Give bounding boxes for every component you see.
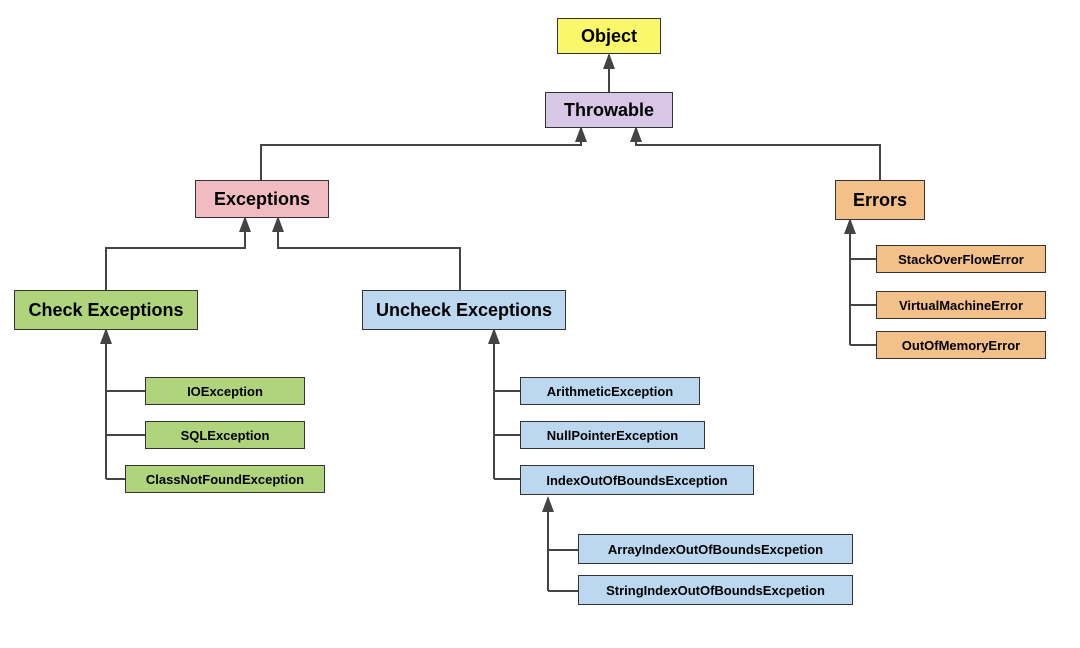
node-label: Object <box>581 26 637 47</box>
node-label: ArrayIndexOutOfBoundsExcpetion <box>608 542 823 557</box>
node-virtualmachine: VirtualMachineError <box>876 291 1046 319</box>
node-arrayindex: ArrayIndexOutOfBoundsExcpetion <box>578 534 853 564</box>
node-uncheck-exceptions: Uncheck Exceptions <box>362 290 566 330</box>
node-arithmetic: ArithmeticException <box>520 377 700 405</box>
node-label: SQLException <box>181 428 270 443</box>
node-ioexception: IOException <box>145 377 305 405</box>
node-stringindex: StringIndexOutOfBoundsExcpetion <box>578 575 853 605</box>
node-exceptions: Exceptions <box>195 180 329 218</box>
node-classnotfound: ClassNotFoundException <box>125 465 325 493</box>
node-label: VirtualMachineError <box>899 298 1023 313</box>
node-label: Exceptions <box>214 189 310 210</box>
node-label: Errors <box>853 190 907 211</box>
node-sqlexception: SQLException <box>145 421 305 449</box>
node-label: Uncheck Exceptions <box>376 300 552 321</box>
node-nullpointer: NullPointerException <box>520 421 705 449</box>
node-check-exceptions: Check Exceptions <box>14 290 198 330</box>
node-label: IndexOutOfBoundsException <box>546 473 727 488</box>
node-label: NullPointerException <box>547 428 678 443</box>
node-label: StringIndexOutOfBoundsExcpetion <box>606 583 825 598</box>
node-throwable: Throwable <box>545 92 673 128</box>
node-label: IOException <box>187 384 263 399</box>
node-label: StackOverFlowError <box>898 252 1024 267</box>
node-label: Check Exceptions <box>28 300 183 321</box>
node-errors: Errors <box>835 180 925 220</box>
node-label: ArithmeticException <box>547 384 673 399</box>
node-stackoverflow: StackOverFlowError <box>876 245 1046 273</box>
node-label: ClassNotFoundException <box>146 472 304 487</box>
diagram-canvas: Object Throwable Exceptions Errors Check… <box>0 0 1080 648</box>
node-indexoutofbounds: IndexOutOfBoundsException <box>520 465 754 495</box>
node-outofmemory: OutOfMemoryError <box>876 331 1046 359</box>
node-label: Throwable <box>564 100 654 121</box>
node-label: OutOfMemoryError <box>902 338 1020 353</box>
node-object: Object <box>557 18 661 54</box>
